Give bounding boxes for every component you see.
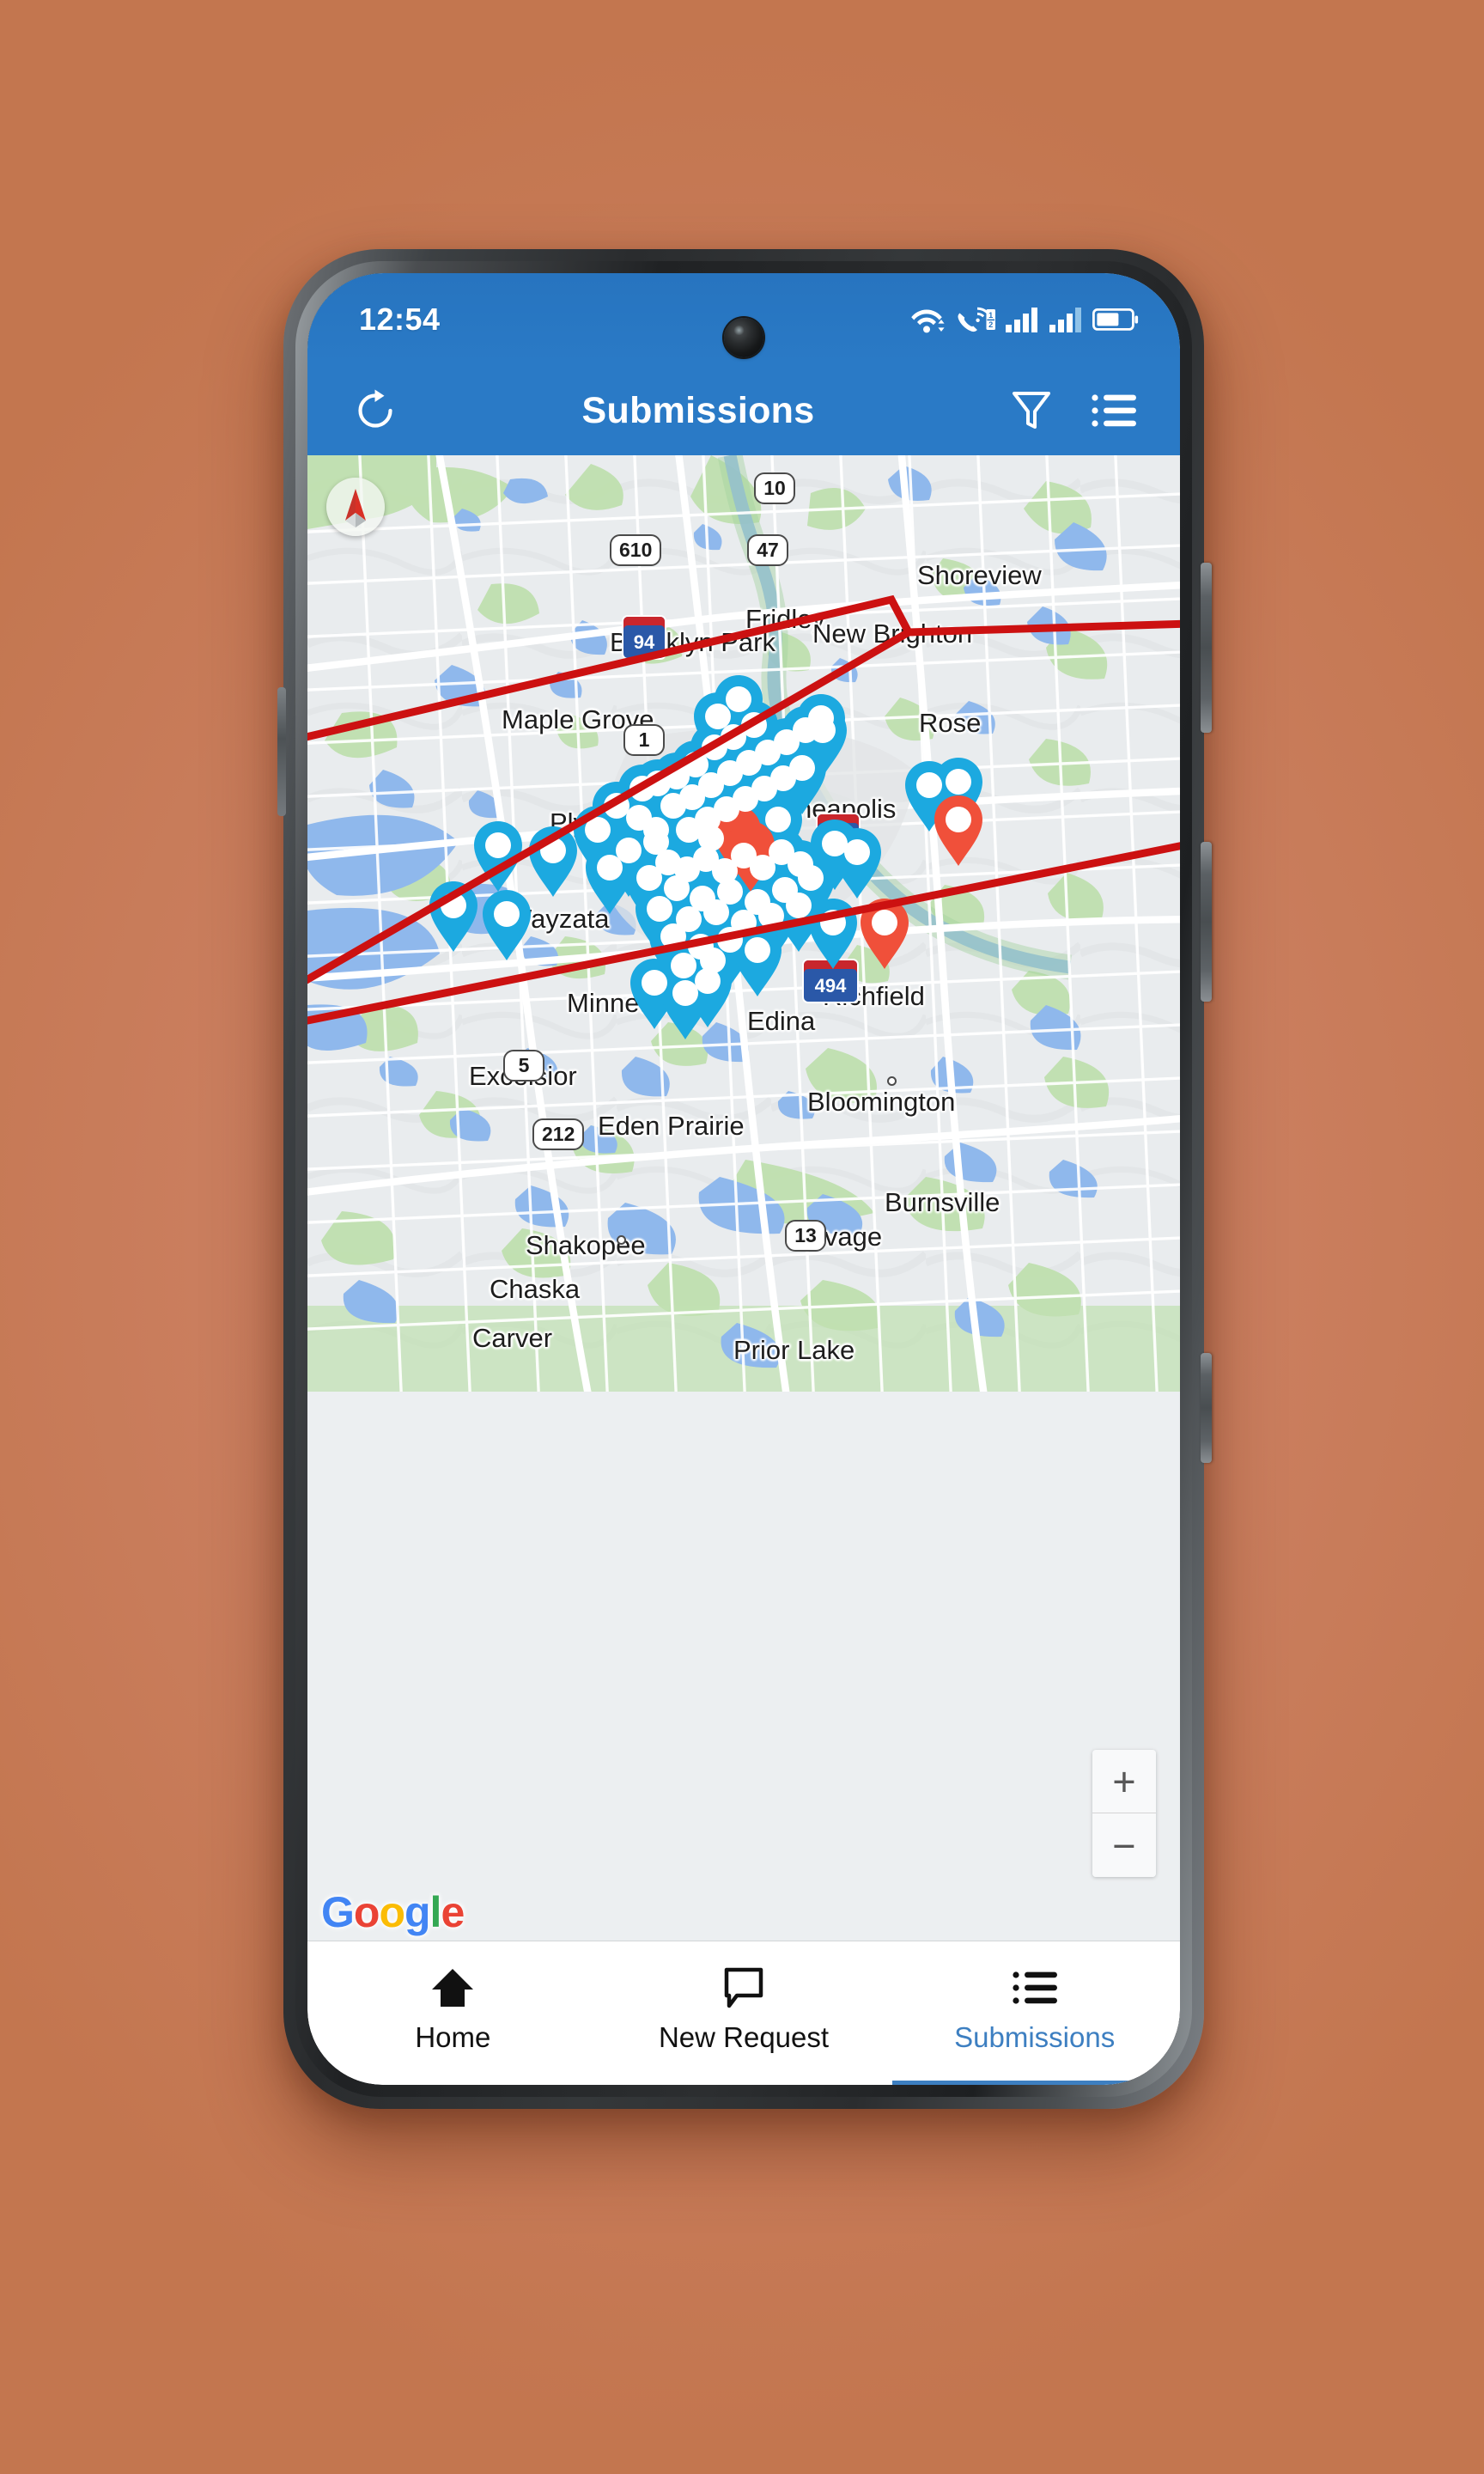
nav-label-new-request: New Request	[658, 2021, 830, 2053]
power-button[interactable]	[1201, 563, 1212, 733]
zoom-in-button[interactable]: +	[1092, 1750, 1156, 1813]
volume-down-button[interactable]	[1201, 1353, 1212, 1463]
google-logo: Google	[321, 1888, 465, 1936]
phone-screen: 12:54 1 2 Submissions Shoreview Fridley …	[307, 273, 1180, 2085]
list-view-icon	[1092, 394, 1136, 427]
volume-up-button[interactable]	[1201, 842, 1212, 1002]
battery-icon	[1092, 308, 1139, 331]
status-bar: 12:54 1 2	[307, 273, 1180, 366]
bottom-navigation: Home New Request Submissions	[307, 1941, 1180, 2085]
status-time: 12:54	[359, 302, 441, 337]
filter-button[interactable]	[1001, 381, 1061, 441]
page-title: Submissions	[581, 389, 815, 431]
sim2-signal-icon	[1049, 308, 1081, 332]
wifi-icon	[911, 309, 945, 333]
svg-text:1: 1	[988, 311, 993, 320]
zoom-controls[interactable]: + −	[1092, 1750, 1156, 1877]
app-bar: Submissions	[307, 366, 1180, 455]
map-view[interactable]: Shoreview Fridley New Brighton Brooklyn Par…	[307, 455, 1180, 1941]
nav-label-submissions: Submissions	[954, 2021, 1116, 2053]
nav-label-home: Home	[415, 2021, 491, 2053]
volte-call-icon: 1 2	[958, 307, 995, 332]
left-side-button[interactable]	[277, 687, 286, 816]
page-backdrop: 12:54 1 2 Submissions Shoreview Fridley …	[0, 0, 1484, 2474]
filter-funnel-icon	[1013, 392, 1050, 429]
compass-icon	[345, 489, 366, 527]
refresh-icon	[358, 389, 392, 428]
list-view-button[interactable]	[1084, 381, 1144, 441]
nav-item-new-request[interactable]: New Request	[599, 1941, 890, 2085]
nav-item-home[interactable]: Home	[307, 1941, 599, 2085]
list-icon	[1013, 1965, 1057, 2010]
front-camera	[724, 318, 763, 357]
message-icon	[722, 1965, 765, 2010]
svg-text:2: 2	[988, 320, 993, 329]
home-icon	[430, 1965, 475, 2010]
nav-item-submissions[interactable]: Submissions	[889, 1941, 1180, 2085]
city-dot	[887, 1076, 897, 1086]
compass-control[interactable]	[326, 478, 385, 536]
sim1-signal-icon	[1006, 308, 1037, 332]
phone-device: 12:54 1 2 Submissions Shoreview Fridley …	[277, 249, 1212, 2109]
zoom-out-button[interactable]: −	[1092, 1813, 1156, 1877]
status-icons: 1 2	[910, 305, 1139, 334]
city-dot	[617, 1235, 626, 1245]
map-canvas	[307, 455, 1180, 1392]
